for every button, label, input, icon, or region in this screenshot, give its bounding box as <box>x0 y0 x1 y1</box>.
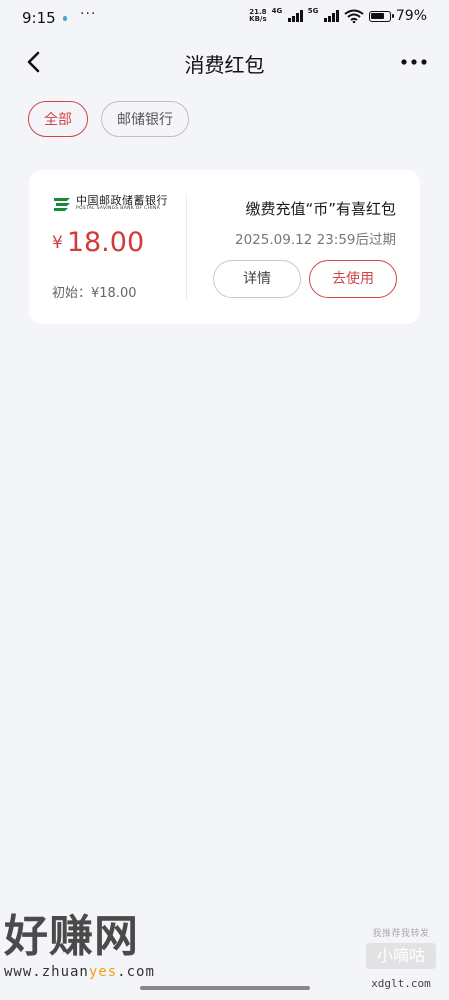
more-dots-icon <box>401 59 427 65</box>
bank-name-cn: 中国邮政储蓄银行 <box>76 194 168 207</box>
battery-fill <box>371 13 384 19</box>
filter-chip-all[interactable]: 全部 <box>28 101 88 137</box>
signal-2-icon <box>324 10 339 22</box>
signal-1-icon <box>288 10 303 22</box>
more-button[interactable] <box>399 48 429 76</box>
home-indicator[interactable] <box>140 986 310 990</box>
use-button[interactable]: 去使用 <box>309 260 397 298</box>
card-divider <box>186 194 187 300</box>
watermark-url-pre: www.zhuan <box>4 964 89 980</box>
bank-logo: 中国邮政储蓄银行 POSTAL SAVINGS BANK OF CHINA <box>52 195 168 212</box>
nav-bar: 消费红包 <box>0 38 449 86</box>
status-bar: 9:15 ··· 21.8 KB/s 4G 5G 79% <box>0 0 449 36</box>
wifi-icon <box>344 9 364 23</box>
status-right: 21.8 KB/s 4G 5G 79% <box>249 7 427 24</box>
currency-symbol: ¥ <box>52 233 63 253</box>
status-time: 9:15 <box>22 9 56 27</box>
watermark-url-hl: yes <box>88 964 118 980</box>
network-speed-unit: KB/s <box>249 15 267 23</box>
initial-amount: 初始：¥18.00 <box>52 286 137 301</box>
watermark-left: 好赚网 www.zhuanyes.com <box>4 911 204 981</box>
coupon-card: 中国邮政储蓄银行 POSTAL SAVINGS BANK OF CHINA ¥1… <box>29 170 420 324</box>
signal-2-label: 5G <box>307 7 319 15</box>
signal-1-label: 4G <box>271 7 283 15</box>
coupon-expiry: 2025.09.12 23:59后过期 <box>235 232 396 248</box>
watermark-right: 我推荐我转发 小嘀咕 xdglt.com <box>361 926 441 990</box>
bank-name-en: POSTAL SAVINGS BANK OF CHINA <box>76 206 160 211</box>
filter-chips: 全部 邮储银行 <box>28 101 189 137</box>
filter-chip-psbc[interactable]: 邮储银行 <box>101 101 189 137</box>
status-more-notifications: ··· <box>80 6 97 22</box>
detail-button[interactable]: 详情 <box>213 260 301 298</box>
watermark-right-small: 我推荐我转发 <box>372 929 430 939</box>
battery-percent: 79% <box>395 8 427 24</box>
bank-name-block: 中国邮政储蓄银行 POSTAL SAVINGS BANK OF CHINA <box>76 195 168 212</box>
watermark-title: 好赚网 <box>4 911 139 962</box>
watermark-right-mid: 小嘀咕 <box>366 943 436 969</box>
notification-dot-icon <box>63 16 67 21</box>
page-title: 消费红包 <box>184 53 265 77</box>
amount-value: 18.00 <box>66 227 145 258</box>
psbc-logo-icon <box>54 197 70 211</box>
coupon-amount: ¥18.00 <box>52 227 144 258</box>
network-speed: 21.8 KB/s <box>249 9 266 23</box>
watermark-url: www.zhuanyes.com <box>4 964 204 980</box>
coupon-title: 缴费充值“币”有喜红包 <box>245 200 396 218</box>
watermark-url-post: .com <box>117 964 155 980</box>
battery-icon <box>368 10 394 22</box>
watermark-right-url: xdglt.com <box>371 977 431 990</box>
